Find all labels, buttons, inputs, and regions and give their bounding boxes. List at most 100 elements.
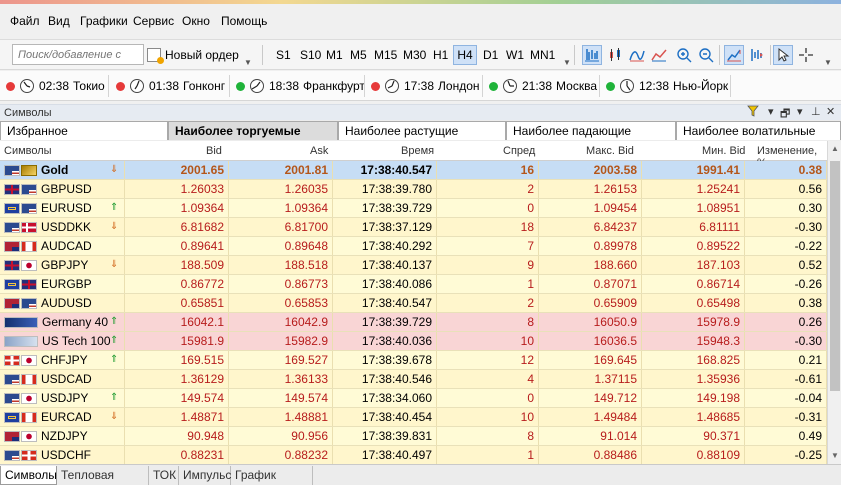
table-row[interactable]: EURUSD ⇑ 1.09364 1.09364 17:38:39.729 0 1.0945… — [0, 199, 827, 218]
flag-jp-icon — [21, 259, 37, 271]
trend-down-icon: ⇓ — [110, 164, 119, 175]
table-row[interactable]: AUDUSD 0.65851 0.65853 17:38:40.547 2 0.65909… — [0, 294, 827, 313]
change-cell: 0.38 — [745, 161, 827, 179]
menu-help[interactable]: Помощь — [221, 14, 267, 28]
chevron-down-icon[interactable]: ▾ — [768, 105, 774, 119]
tab-most-volatile[interactable]: Наиболее волатильные — [676, 121, 841, 140]
min-cell: 90.371 — [642, 427, 745, 445]
tab-tok[interactable]: ТОК — [149, 466, 179, 485]
chart-shift-icon[interactable] — [747, 45, 767, 65]
chevron-down-icon[interactable]: ▼ — [563, 58, 571, 67]
table-row[interactable]: GBPJPY ⇓ 188.509 188.518 17:38:40.137 9 188.66… — [0, 256, 827, 275]
menu-file[interactable]: Файл — [10, 14, 40, 28]
area-chart-icon[interactable] — [649, 45, 669, 65]
ask-cell: 90.956 — [229, 427, 333, 445]
table-row[interactable]: EURCAD ⇓ 1.48871 1.48881 17:38:40.454 10 1.494… — [0, 408, 827, 427]
table-row[interactable]: GBPUSD 1.26033 1.26035 17:38:39.780 2 1.26153… — [0, 180, 827, 199]
column-header-bid[interactable]: Bid — [206, 145, 222, 157]
table-row[interactable]: USDJPY ⇑ 149.574 149.574 17:38:34.060 0 149.71… — [0, 389, 827, 408]
timeframe-s1[interactable]: S1 — [274, 45, 293, 65]
scroll-down-icon[interactable]: ▼ — [831, 451, 839, 460]
timeframe-m30[interactable]: M30 — [401, 45, 428, 65]
tab-favorites[interactable]: Избранное — [0, 121, 168, 140]
min-cell: 15978.9 — [642, 313, 745, 331]
timeframe-h4[interactable]: H4 — [453, 45, 477, 65]
table-row[interactable]: USDCAD 1.36129 1.36133 17:38:40.546 4 1.37115… — [0, 370, 827, 389]
table-row[interactable]: EURGBP 0.86772 0.86773 17:38:40.086 1 0.87071… — [0, 275, 827, 294]
currency-flag-icon — [4, 449, 37, 461]
close-icon[interactable]: ✕ — [826, 105, 835, 119]
menu-tools[interactable]: Сервис — [133, 14, 174, 28]
flag-us-icon — [4, 373, 20, 385]
trend-up-icon: ⇑ — [110, 354, 119, 365]
tab-symbols[interactable]: Символы — [0, 466, 57, 485]
tab-heatmap[interactable]: Тепловая карта — [57, 466, 149, 485]
new-order-button[interactable]: Новый ордер — [147, 44, 251, 66]
menu-window[interactable]: Окно — [182, 14, 210, 28]
table-row[interactable]: USDDKK ⇓ 6.81682 6.81700 17:38:37.129 18 6.842… — [0, 218, 827, 237]
symbols-table: Gold ⇓ 2001.65 2001.81 17:38:40.547 16 2003.58… — [0, 161, 827, 464]
column-header-min-bid[interactable]: Мин. Bid — [702, 145, 745, 157]
timeframe-w1[interactable]: W1 — [504, 45, 526, 65]
table-row[interactable]: CHFJPY ⇑ 169.515 169.527 17:38:39.678 12 169.6… — [0, 351, 827, 370]
tab-top-gainers[interactable]: Наиболее растущие — [338, 121, 506, 140]
menu-view[interactable]: Вид — [48, 14, 70, 28]
menu-bar: Файл Вид Графики Сервис Окно Помощь — [0, 0, 841, 40]
table-row[interactable]: Gold ⇓ 2001.65 2001.81 17:38:40.547 16 2003.58… — [0, 161, 827, 180]
currency-flag-icon — [4, 183, 37, 195]
tab-most-traded[interactable]: Наиболее торгуемые — [168, 121, 338, 140]
tab-tick-chart[interactable]: График тиков — [231, 466, 313, 485]
scrollbar-thumb[interactable] — [830, 161, 840, 391]
candlestick-icon[interactable] — [605, 45, 625, 65]
pin-icon[interactable]: ⊥ — [811, 105, 821, 119]
change-cell: 0.38 — [745, 294, 827, 312]
flag-nz-icon — [4, 430, 20, 442]
timeframe-m1[interactable]: M1 — [324, 45, 345, 65]
tab-top-losers[interactable]: Наиболее падающие — [506, 121, 676, 140]
clock-city: Франкфурт — [303, 79, 365, 93]
column-header-spread[interactable]: Спред — [503, 145, 535, 157]
symbol-name: GBPUSD — [41, 182, 92, 196]
column-header-max-bid[interactable]: Макс. Bid — [586, 145, 634, 157]
line-chart-icon[interactable] — [627, 45, 647, 65]
time-cell: 17:38:34.060 — [333, 389, 437, 407]
table-row[interactable]: USDCHF 0.88231 0.88232 17:38:40.497 1 0.88486… — [0, 446, 827, 464]
table-row[interactable]: US Tech 100 ⇑ 15981.9 15982.9 17:38:40.036 10… — [0, 332, 827, 351]
restore-window-icon[interactable]: 🗗 — [780, 105, 790, 120]
time-cell: 17:38:40.546 — [333, 370, 437, 388]
autoscroll-icon[interactable] — [724, 45, 744, 65]
flag-jp-icon — [21, 392, 37, 404]
timeframe-s10[interactable]: S10 — [298, 45, 323, 65]
flag-jp-icon — [21, 430, 37, 442]
column-header-time[interactable]: Время — [401, 145, 434, 157]
symbol-name: Germany 40 — [42, 315, 109, 329]
filter-icon[interactable] — [747, 105, 759, 119]
timeframe-m15[interactable]: M15 — [372, 45, 399, 65]
tab-impulse[interactable]: Импульс — [179, 466, 231, 485]
chevron-down-icon[interactable]: ▼ — [244, 58, 252, 67]
chevron-down-icon[interactable]: ▼ — [824, 58, 832, 67]
timeframe-d1[interactable]: D1 — [481, 45, 500, 65]
crosshair-icon[interactable] — [796, 45, 816, 65]
symbol-cell: EURCAD ⇓ — [0, 408, 125, 426]
vertical-scrollbar[interactable]: ▲ ▼ — [827, 141, 841, 464]
menu-charts[interactable]: Графики — [80, 14, 128, 28]
zoom-out-icon[interactable] — [696, 45, 716, 65]
search-input[interactable] — [12, 44, 144, 65]
table-row[interactable]: Germany 40 ⇑ 16042.1 16042.9 17:38:39.729 8 16… — [0, 313, 827, 332]
clock-time: 01:38 — [149, 79, 180, 93]
trend-up-icon: ⇑ — [110, 392, 119, 403]
table-row[interactable]: AUDCAD 0.89641 0.89648 17:38:40.292 7 0.89978… — [0, 237, 827, 256]
column-header-ask[interactable]: Ask — [310, 145, 328, 157]
column-header-symbol[interactable]: Символы — [4, 145, 52, 157]
zoom-in-icon[interactable] — [674, 45, 694, 65]
timeframe-mn1[interactable]: MN1 — [528, 45, 557, 65]
timeframe-m5[interactable]: M5 — [348, 45, 369, 65]
ask-cell: 1.48881 — [229, 408, 333, 426]
chevron-down-icon[interactable]: ▾ — [797, 105, 803, 119]
bar-chart-icon[interactable] — [582, 45, 602, 65]
cursor-icon[interactable] — [773, 45, 793, 65]
scroll-up-icon[interactable]: ▲ — [831, 144, 839, 153]
table-row[interactable]: NZDJPY 90.948 90.956 17:38:39.831 8 91.014 90.… — [0, 427, 827, 446]
timeframe-h1[interactable]: H1 — [431, 45, 450, 65]
